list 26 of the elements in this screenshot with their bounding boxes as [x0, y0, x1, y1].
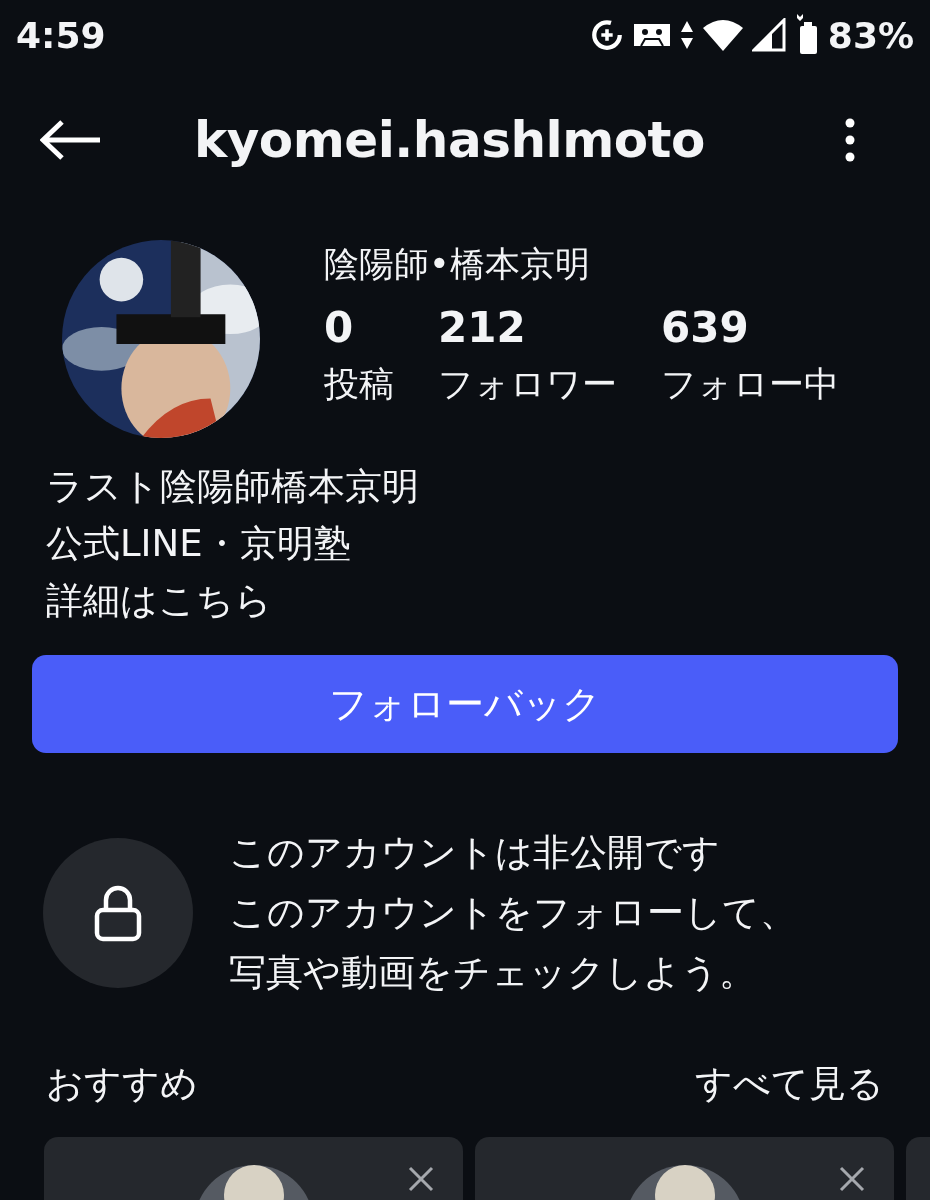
signal-icon — [751, 18, 786, 52]
wifi-icon — [701, 18, 744, 52]
data-arrows-icon — [679, 19, 694, 51]
suggestions-title: おすすめ — [46, 1061, 198, 1107]
see-all-link[interactable]: すべて見る — [695, 1059, 884, 1109]
close-icon[interactable] — [407, 1165, 435, 1193]
private-title: このアカウントは非公開です — [229, 830, 720, 876]
stat-count: 212 — [438, 302, 526, 354]
lock-icon — [94, 884, 142, 942]
bio-line: ラスト陰陽師橋本京明 — [46, 464, 419, 510]
battery-percent: 83% — [827, 14, 914, 56]
stat-label: フォロワー — [438, 363, 617, 406]
stat-label: 投稿 — [324, 363, 394, 406]
add-circle-icon — [589, 18, 624, 52]
follow-back-button[interactable]: フォローバック — [32, 655, 898, 753]
private-message: 写真や動画をチェックしよう。 — [229, 950, 756, 996]
bio-line: 公式LINE・京明塾 — [46, 521, 351, 567]
stat-label: フォロー中 — [661, 363, 839, 406]
stat-count: 0 — [324, 302, 354, 354]
status-time: 4:59 — [16, 14, 107, 56]
stat-count: 639 — [661, 302, 749, 354]
close-icon[interactable] — [838, 1165, 866, 1193]
profile-username: kyomei.hashlmoto — [194, 111, 706, 169]
display-name: 陰陽師•橋本京明 — [324, 243, 591, 286]
bio-line: 詳細はこちら — [46, 578, 272, 624]
private-message: このアカウントをフォローして、 — [229, 890, 797, 936]
